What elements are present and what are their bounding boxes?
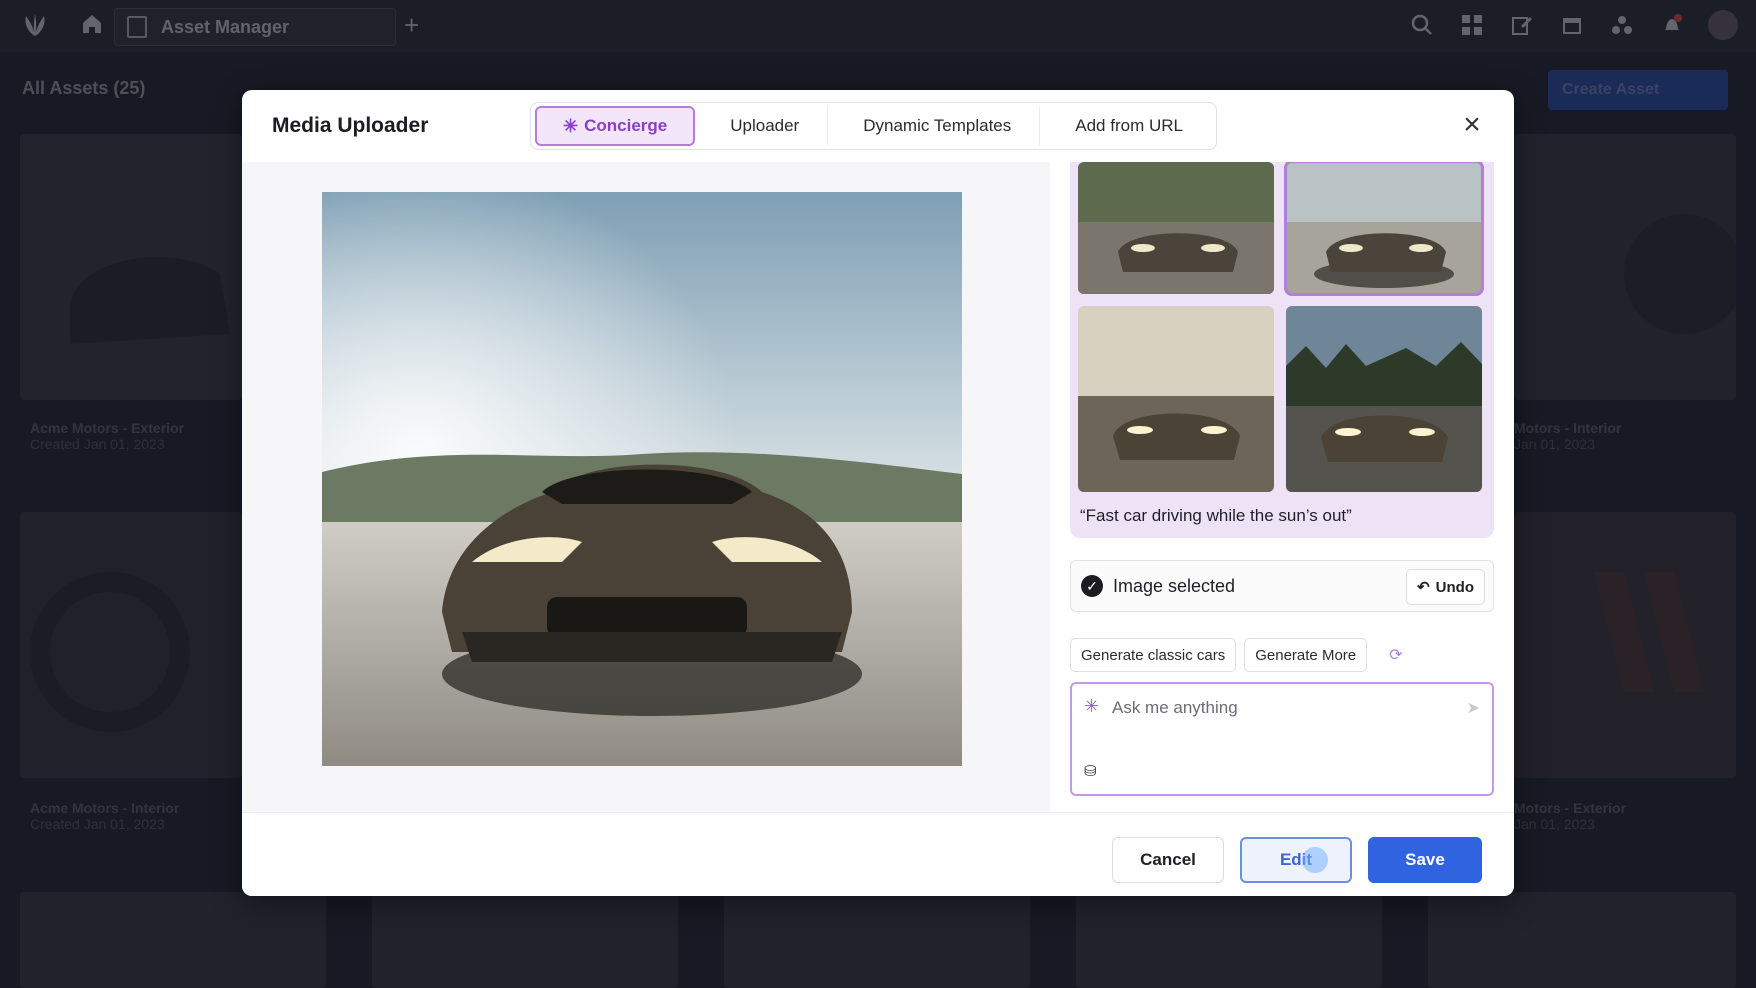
concierge-panel: “Fast car driving while the sun’s out” ✓… [1050, 162, 1514, 812]
modal-tabs: ✳ Concierge Uploader Dynamic Templates A… [530, 102, 1217, 150]
tab-label: Dynamic Templates [863, 116, 1012, 135]
check-icon: ✓ [1081, 575, 1103, 597]
send-icon[interactable]: ➤ [1467, 698, 1480, 718]
ask-input[interactable] [1110, 694, 1454, 722]
cursor-pointer [1302, 847, 1328, 873]
attach-icon[interactable]: ⛁ [1084, 762, 1097, 780]
modal-header: Media Uploader ✳ Concierge Uploader Dyna… [242, 90, 1514, 163]
refresh-icon[interactable]: ⟳ [1389, 645, 1402, 665]
sparkle-icon: ✳ [1084, 696, 1100, 716]
undo-label: Undo [1435, 578, 1474, 596]
edit-button[interactable]: Edit [1240, 837, 1352, 883]
tab-label: Concierge [584, 116, 668, 135]
tab-label: Uploader [730, 116, 800, 135]
close-icon[interactable]: × [1458, 110, 1486, 140]
generated-image-thumbnail[interactable] [1286, 306, 1482, 492]
suggestion-chip-generate-more[interactable]: Generate More [1244, 638, 1368, 672]
tab-label: Add from URL [1075, 116, 1183, 135]
selection-status-text: Image selected [1113, 576, 1236, 596]
undo-button[interactable]: ↶ Undo [1406, 569, 1485, 605]
generated-image-thumbnail[interactable] [1078, 306, 1274, 492]
tab-dynamic-templates[interactable]: Dynamic Templates [834, 106, 1041, 146]
generated-image-gallery: “Fast car driving while the sun’s out” [1070, 162, 1494, 538]
selection-status-bar: ✓ Image selected ↶ Undo [1070, 560, 1494, 612]
ask-prompt-box: ✳ ➤ ⛁ [1070, 682, 1494, 796]
cancel-button[interactable]: Cancel [1112, 837, 1224, 883]
modal-title: Media Uploader [272, 114, 429, 137]
sparkle-icon: ✳ [563, 115, 579, 136]
generated-image-thumbnail[interactable] [1078, 162, 1274, 294]
suggestion-chips: Generate classic cars Generate More ⟳ [1070, 638, 1403, 672]
modal-footer: Cancel Edit Save [242, 812, 1514, 896]
suggestion-chip-classic-cars[interactable]: Generate classic cars [1070, 638, 1237, 672]
tab-add-from-url[interactable]: Add from URL [1046, 106, 1212, 146]
generation-prompt: “Fast car driving while the sun’s out” [1080, 506, 1352, 525]
save-button[interactable]: Save [1368, 837, 1482, 883]
image-preview-area [242, 162, 1050, 812]
tab-concierge[interactable]: ✳ Concierge [535, 106, 696, 146]
tab-uploader[interactable]: Uploader [701, 106, 829, 146]
media-uploader-modal: Media Uploader ✳ Concierge Uploader Dyna… [242, 90, 1514, 896]
undo-icon: ↶ [1417, 579, 1430, 596]
selected-image-preview [322, 192, 962, 766]
generated-image-thumbnail-selected[interactable] [1284, 162, 1484, 296]
